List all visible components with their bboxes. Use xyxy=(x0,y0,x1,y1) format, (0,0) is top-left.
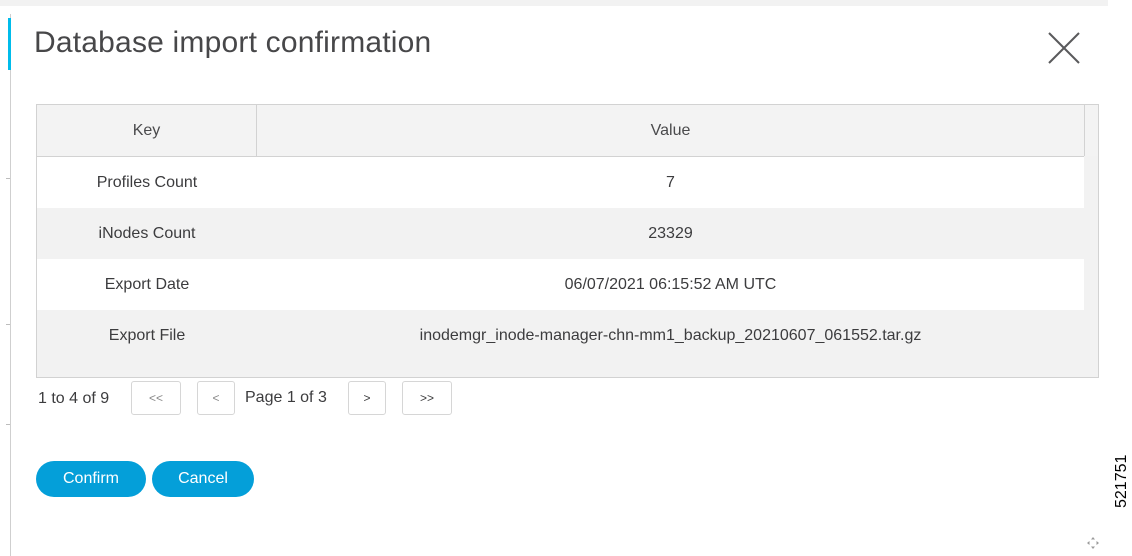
table-row: Profiles Count 7 xyxy=(37,157,1084,208)
cancel-button[interactable]: Cancel xyxy=(152,461,254,497)
dialog-title: Database import confirmation xyxy=(34,26,432,59)
previous-page-button[interactable]: < xyxy=(197,381,235,415)
row-value: 23329 xyxy=(648,224,693,242)
close-button[interactable] xyxy=(1046,30,1082,66)
first-page-button[interactable]: << xyxy=(131,381,181,415)
table-row: Export Date 06/07/2021 06:15:52 AM UTC xyxy=(37,259,1084,310)
row-value: 7 xyxy=(666,173,675,191)
row-key: Export Date xyxy=(104,275,190,293)
close-icon xyxy=(1048,32,1080,64)
row-value: inodemgr_inode-manager-chn-mm1_backup_20… xyxy=(419,326,922,344)
row-key: Export File xyxy=(108,326,186,344)
table-row: Export File inodemgr_inode-manager-chn-m… xyxy=(37,310,1084,361)
top-strip xyxy=(0,0,1108,6)
import-summary-table: Key Value Profiles Count 7 iNodes Count … xyxy=(36,104,1099,378)
row-key: iNodes Count xyxy=(98,224,196,242)
pagination-range: 1 to 4 of 9 xyxy=(38,390,110,407)
row-value: 06/07/2021 06:15:52 AM UTC xyxy=(564,275,777,293)
page-indicator: Page 1 of 3 xyxy=(245,389,327,406)
figure-id: 521751 xyxy=(1113,454,1130,508)
next-page-button[interactable]: > xyxy=(348,381,386,415)
confirm-button[interactable]: Confirm xyxy=(36,461,146,497)
value-column-header[interactable]: Value xyxy=(257,105,1084,156)
left-tick xyxy=(6,324,10,325)
table-header: Key Value xyxy=(37,105,1084,157)
table-row: iNodes Count 23329 xyxy=(37,208,1084,259)
row-key: Profiles Count xyxy=(96,173,198,191)
left-edge-border xyxy=(10,14,11,556)
left-tick xyxy=(6,424,10,425)
header-scrollbar-gutter xyxy=(1084,105,1098,156)
key-column-header[interactable]: Key xyxy=(37,105,257,156)
last-page-button[interactable]: >> xyxy=(402,381,452,415)
left-accent-bar xyxy=(8,18,11,70)
drag-handle-icon[interactable] xyxy=(1086,536,1100,550)
left-tick xyxy=(6,178,10,179)
